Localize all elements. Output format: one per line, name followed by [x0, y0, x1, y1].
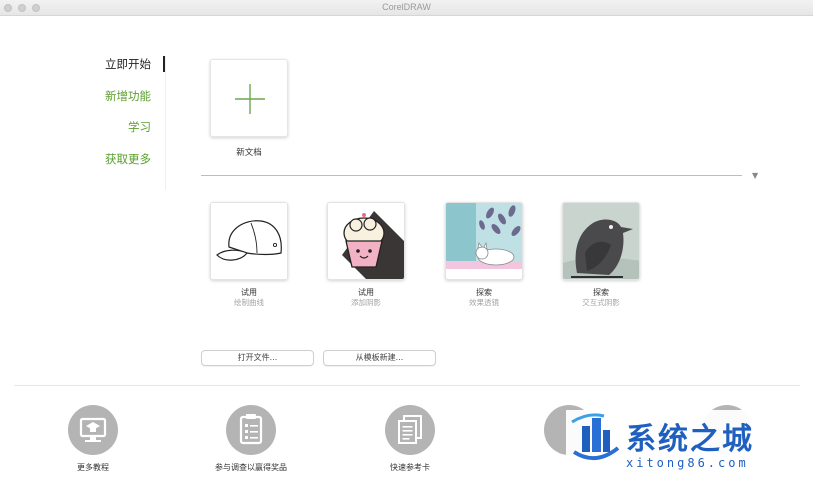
more-tutorials-button[interactable]: [68, 405, 118, 455]
tutorial-card-draw-curves[interactable]: [210, 202, 288, 280]
bottom-separator: [14, 385, 800, 386]
survey-button[interactable]: [226, 405, 276, 455]
resource-label: 快速参考卡: [390, 463, 430, 472]
tutorial-sublabel: 效果透镜: [469, 298, 499, 307]
cupcake-image: [328, 203, 404, 279]
quick-reference-button[interactable]: [385, 405, 435, 455]
tutorial-sublabel: 交互式阴影: [582, 298, 620, 307]
resource-label: 更多教程: [77, 463, 109, 472]
title-bar: CorelDRAW: [0, 0, 813, 16]
tutorial-card-lens-effects[interactable]: [445, 202, 523, 280]
section-separator: [201, 175, 742, 176]
new-document-button[interactable]: [210, 59, 288, 137]
watermark-title: 系统之城: [626, 422, 754, 457]
nav-item-get-started[interactable]: 立即开始: [105, 56, 151, 88]
sidebar-nav: 立即开始 新增功能 学习 获取更多: [105, 56, 151, 182]
watermark-subtitle: xitong86.com: [626, 456, 749, 470]
monitor-graduation-icon: [79, 417, 107, 442]
new-document-label: 新文档: [236, 148, 262, 158]
documents-icon: [398, 415, 422, 444]
nav-item-learn[interactable]: 学习: [105, 119, 151, 151]
plus-icon: [235, 84, 265, 114]
resource-label: 参与调查以赢得奖品: [215, 463, 287, 472]
tutorial-card-interactive-shadow[interactable]: [562, 202, 640, 280]
raven-image: [563, 203, 639, 279]
open-file-button[interactable]: 打开文件...: [201, 350, 314, 366]
new-from-template-button[interactable]: 从模板新建...: [323, 350, 436, 366]
tutorial-sublabel: 添加阴影: [351, 298, 381, 307]
nav-item-get-more[interactable]: 获取更多: [105, 151, 151, 183]
nav-item-whats-new[interactable]: 新增功能: [105, 88, 151, 120]
sleeping-cat-image: [446, 203, 522, 279]
clipboard-icon: [239, 414, 263, 445]
watermark-logo-icon: [571, 413, 620, 460]
window-title: CorelDRAW: [382, 2, 431, 12]
chevron-down-icon[interactable]: ▼: [752, 171, 758, 180]
baseball-cap-image: [211, 203, 287, 279]
tutorial-card-add-shadow[interactable]: [327, 202, 405, 280]
tutorial-sublabel: 绘制曲线: [234, 298, 264, 307]
nav-divider: [165, 56, 166, 190]
